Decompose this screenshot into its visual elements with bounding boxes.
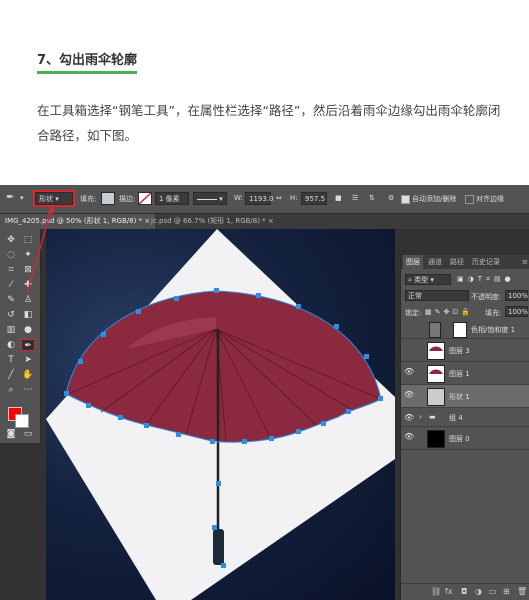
background-color-swatch[interactable]	[15, 414, 29, 428]
layer-row-selected[interactable]: 👁 形状 1	[401, 385, 529, 408]
align-edges-label: 对齐边缘	[476, 195, 504, 203]
blur-tool-icon[interactable]: ●	[21, 324, 35, 336]
lock-icons[interactable]: ▦✎✥⊡🔒	[425, 308, 473, 316]
group-row[interactable]: 👁 › ▬ 组 4	[401, 408, 529, 427]
width-field[interactable]: 1193.0	[245, 192, 274, 205]
opacity-label: 不透明度:	[471, 293, 502, 301]
auto-add-label: 自动添加/删除	[412, 195, 457, 203]
layer-thumb	[427, 342, 445, 360]
add-mask-icon[interactable]: ◘	[461, 587, 467, 596]
layer-name: 色相/饱和度 1	[471, 326, 516, 334]
height-field[interactable]: 957.5	[301, 192, 327, 205]
tab-jc[interactable]: jc.psd @ 66.7% (矩形 1, RGB/8) * ×	[146, 214, 279, 229]
align-edges-check-icon	[465, 194, 474, 204]
stroke-width-field[interactable]: 1 像素	[155, 192, 189, 205]
photoshop-window: ✒ ▾ 形状 ▾ 填充: 描边: 1 像素 ▾ W: 1193.0 ⇔ H: 9…	[0, 185, 529, 600]
eye-icon[interactable]: 👁	[404, 413, 414, 422]
visibility-toggle[interactable]	[404, 344, 407, 353]
opacity-value: 100%	[508, 292, 529, 300]
eye-icon[interactable]: 👁	[404, 432, 414, 441]
height-value: 957.5	[305, 195, 326, 203]
layers-bottom-bar: ⛓ fx ◘ ◑ ▭ ⊞ 🗑	[401, 583, 529, 600]
link-icon[interactable]: ⇔	[276, 194, 282, 202]
tab-channels[interactable]: 通道	[425, 255, 445, 269]
history-brush-icon[interactable]: ↺	[4, 309, 18, 321]
adjustment-icon	[429, 322, 441, 338]
stroke-width-value: 1 像素	[159, 195, 180, 203]
layer-mask-thumb	[453, 322, 467, 338]
layer-name: 组 4	[449, 414, 463, 422]
hand-tool-icon[interactable]: ✋	[21, 369, 35, 381]
path-arrangement-icon[interactable]: ⇅	[369, 194, 375, 202]
stroke-label: 描边:	[119, 195, 136, 203]
tab-layers[interactable]: 图层	[403, 255, 423, 269]
panel-tabs: 图层 通道 路径 历史记录 ≡	[401, 255, 529, 269]
width-value: 1193.0	[249, 195, 274, 203]
eraser-tool-icon[interactable]: ◧	[21, 309, 35, 321]
layer-row[interactable]: 图层 3	[401, 339, 529, 362]
layer-name: 图层 0	[449, 435, 470, 443]
path-selection-icon[interactable]: ➤	[21, 354, 35, 366]
layer-row[interactable]: 👁 图层 1	[401, 362, 529, 385]
path-operations-icon[interactable]: ■	[335, 194, 342, 202]
layer-name: 图层 3	[449, 347, 470, 355]
h-label: H:	[290, 194, 298, 202]
type-tool-icon[interactable]: T	[4, 354, 18, 366]
layer-kind-filter[interactable]: ⌕ 类型 ▾	[405, 274, 451, 285]
fill-swatch[interactable]	[101, 192, 115, 205]
screen-mode-icon[interactable]: ▭	[21, 428, 35, 440]
link-layers-icon[interactable]: ⛓	[431, 587, 441, 596]
fx-icon[interactable]: fx	[445, 587, 453, 596]
kind-label: 类型	[414, 276, 429, 284]
fill-label: 填充:	[485, 309, 502, 317]
opacity-field[interactable]: 100%	[505, 290, 528, 301]
auto-add-delete-checkbox[interactable]: 自动添加/删除	[401, 194, 456, 204]
folder-icon: ▬	[429, 413, 436, 421]
lock-label: 锁定:	[405, 309, 422, 317]
auto-add-check-icon	[401, 194, 410, 204]
trash-icon[interactable]: 🗑	[517, 587, 527, 596]
stroke-swatch[interactable]	[138, 192, 152, 205]
new-group-icon[interactable]: ▭	[489, 587, 497, 596]
tab-paths[interactable]: 路径	[447, 255, 467, 269]
more-tools-icon[interactable]: ⋯	[21, 384, 35, 396]
layer-thumb	[427, 365, 445, 383]
dodge-tool-icon[interactable]: ◐	[4, 339, 18, 351]
layer-row[interactable]: 👁 图层 0	[401, 427, 529, 450]
chevron-right-icon[interactable]: ›	[419, 413, 422, 421]
section-heading: 7、勾出雨伞轮廓	[37, 49, 138, 74]
shape-layer-thumb	[427, 388, 445, 406]
layer-thumb	[427, 430, 445, 448]
align-edges-checkbox[interactable]: 对齐边缘	[465, 194, 504, 204]
w-label: W:	[234, 194, 243, 202]
blend-mode-select[interactable]: 正常	[405, 290, 469, 301]
layer-name: 形状 1	[449, 393, 470, 401]
adjustment-layer-icon[interactable]: ◑	[475, 587, 482, 596]
umbrella-photo	[46, 229, 395, 600]
path-alignment-icon[interactable]: ☰	[352, 194, 358, 202]
zoom-tool-icon[interactable]: ⌕	[4, 384, 18, 396]
layers-panel: 图层 通道 路径 历史记录 ≡ ⌕ 类型 ▾ ▣◑T⌗▤● 正常 不透明度: 1…	[400, 255, 529, 600]
filter-icons[interactable]: ▣◑T⌗▤●	[457, 275, 515, 284]
blend-mode-value: 正常	[408, 292, 422, 300]
gradient-tool-icon[interactable]: ▥	[4, 324, 18, 336]
pen-tool-icon[interactable]: ✒	[21, 339, 35, 351]
panel-menu-icon[interactable]: ≡	[519, 255, 529, 269]
fill-value: 100%	[508, 308, 529, 316]
line-tool-icon[interactable]: ╱	[4, 369, 18, 381]
layer-row[interactable]: 色相/饱和度 1	[401, 320, 529, 339]
quick-mask-icon[interactable]: ◙	[4, 428, 18, 440]
tab-label: jc.psd @ 66.7% (矩形 1, RGB/8) *	[151, 217, 266, 225]
stroke-type-select[interactable]: ▾	[193, 192, 227, 205]
new-layer-icon[interactable]: ⊞	[503, 587, 510, 596]
instruction-paragraph: 在工具箱选择“钢笔工具”，在属性栏选择“路径”，然后沿着雨伞边缘勾出雨伞轮廓闭合…	[37, 103, 501, 143]
fill-field[interactable]: 100%	[505, 306, 528, 317]
layer-name: 图层 1	[449, 370, 470, 378]
tab-history[interactable]: 历史记录	[469, 255, 503, 269]
eye-icon[interactable]: 👁	[404, 367, 414, 376]
eye-icon[interactable]: 👁	[404, 390, 414, 399]
gear-icon[interactable]: ⚙	[388, 194, 394, 202]
visibility-toggle[interactable]	[404, 325, 407, 334]
document-canvas	[46, 229, 395, 600]
